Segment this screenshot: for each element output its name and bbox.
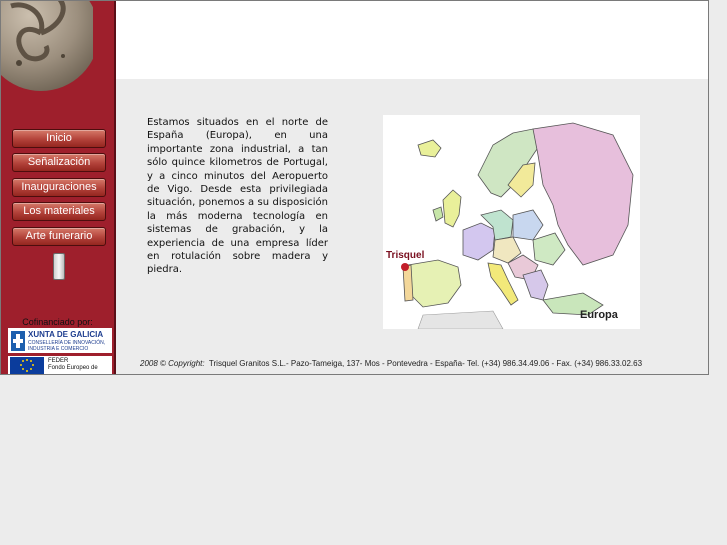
page-frame: Inicio Señalización Inauguraciones Los m… [0, 0, 709, 375]
europe-map-graphic: Trisquel Europa [383, 115, 640, 330]
xunta-emblem-icon [11, 331, 25, 351]
eu-flag-icon [10, 357, 44, 374]
xunta-title: XUNTA DE GALICIA [28, 330, 104, 339]
nav-button-inauguraciones[interactable]: Inauguraciones [12, 178, 106, 197]
feder-title: FEDER [48, 358, 69, 364]
location-marker [401, 263, 409, 271]
feder-subtitle: Fondo Europeo de [48, 365, 98, 371]
cofinanced-label: Cofinanciado por: [22, 317, 93, 327]
scroll-handle[interactable] [53, 253, 65, 280]
header-banner [116, 1, 708, 79]
feder-logo[interactable]: FEDER Fondo Europeo de [8, 356, 112, 374]
intro-paragraph: Estamos situados en el norte de España (… [147, 117, 328, 276]
stone-logo [1, 1, 93, 91]
nav-button-materiales[interactable]: Los materiales [12, 202, 106, 221]
map-location-label: Trisquel [386, 250, 425, 261]
nav-button-arte-funerario[interactable]: Arte funerario [12, 227, 106, 246]
map-region-label: Europa [580, 309, 619, 321]
europe-map: Trisquel Europa [383, 115, 640, 330]
xunta-logo[interactable]: XUNTA DE GALICIA CONSELLERÍA DE INNOVACI… [8, 328, 112, 353]
xunta-subtitle-2: INDUSTRIA E COMERCIO [28, 346, 89, 352]
sidebar: Inicio Señalización Inauguraciones Los m… [1, 1, 116, 374]
footer-copyright: 2008 © Copyright: [140, 359, 205, 368]
footer-details: Trisquel Granitos S.L.- Pazo-Tameiga, 13… [208, 359, 643, 368]
footer: 2008 © Copyright: Trisquel Granitos S.L.… [140, 359, 700, 368]
nav-button-inicio[interactable]: Inicio [12, 129, 106, 148]
nav-button-senalizacion[interactable]: Señalización [12, 153, 106, 172]
